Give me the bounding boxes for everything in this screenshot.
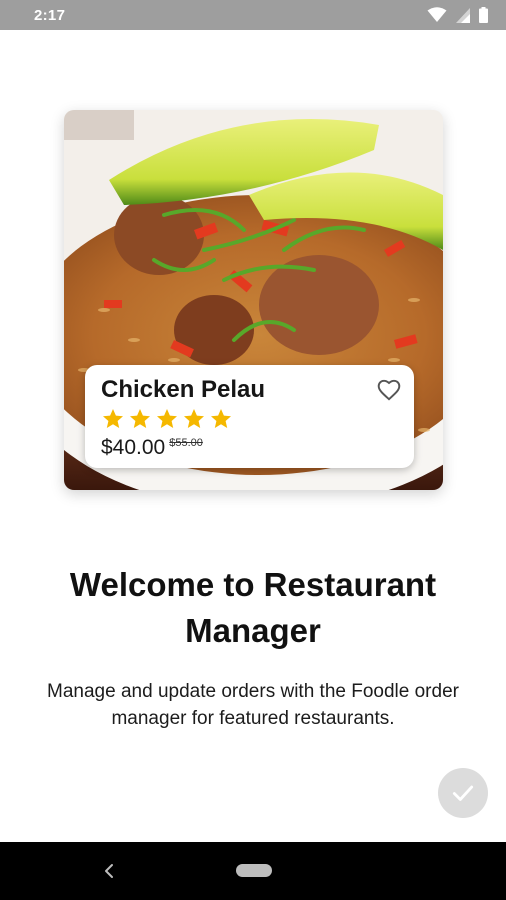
original-price: $55.00 xyxy=(169,437,203,449)
status-bar: 2:17 xyxy=(0,0,506,30)
rating-stars xyxy=(101,407,398,431)
heart-icon[interactable] xyxy=(376,377,402,403)
back-icon[interactable] xyxy=(100,862,118,880)
home-pill[interactable] xyxy=(236,864,272,877)
battery-icon xyxy=(479,7,488,23)
status-time: 2:17 xyxy=(34,6,66,24)
featured-dish-card[interactable]: Chicken Pelau $40.00 $55.00 xyxy=(64,110,443,490)
star-icon xyxy=(184,409,204,428)
star-icon xyxy=(157,409,177,428)
status-icons xyxy=(427,7,488,23)
welcome-title: Welcome to Restaurant Manager xyxy=(69,566,437,649)
navigation-bar xyxy=(0,842,506,900)
current-price: $40.00 xyxy=(101,436,166,459)
done-button[interactable] xyxy=(438,768,488,818)
welcome-description: Manage and update orders with the Foodle… xyxy=(47,681,459,729)
star-icon xyxy=(130,409,150,428)
signal-icon xyxy=(456,7,470,23)
star-icon xyxy=(211,409,231,428)
dish-name: Chicken Pelau xyxy=(101,376,266,403)
wifi-icon xyxy=(427,7,447,23)
dish-info-panel: Chicken Pelau $40.00 $55.00 xyxy=(85,365,414,468)
price-row: $40.00 $55.00 xyxy=(101,435,398,461)
check-icon xyxy=(452,785,474,801)
star-icon xyxy=(103,409,123,428)
